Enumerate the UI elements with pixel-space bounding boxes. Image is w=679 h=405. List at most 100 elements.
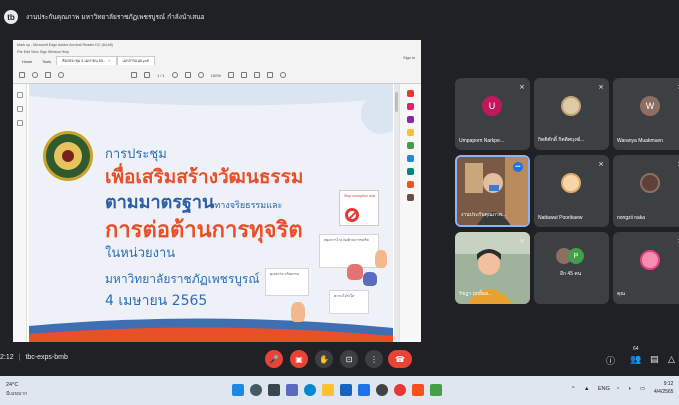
illustration-card-1: หยุดการโกง ต่อต้านการทุจริต — [319, 234, 379, 268]
chat-icon[interactable]: ▤ — [650, 354, 659, 365]
edge-icon[interactable] — [304, 384, 316, 396]
page-indicator[interactable]: 1 / 1 — [157, 73, 165, 78]
zoom-level[interactable]: 100% — [211, 73, 221, 78]
avatar: U — [482, 96, 502, 116]
more-participants-label: อีก 45 คน — [560, 271, 582, 277]
bookmark-icon[interactable] — [16, 106, 23, 112]
weather-temp[interactable]: 24°C — [6, 382, 18, 388]
tab-tools[interactable]: Tools — [37, 59, 56, 65]
present-button[interactable]: ⊡ — [340, 350, 358, 368]
participant-name: กิตติศักดิ์ กิตติศฤงฆ์... — [538, 137, 585, 143]
fill-sign-icon[interactable] — [407, 181, 414, 188]
shared-screen[interactable]: Mark up - Microsoft Edge Adobe Acrobat R… — [13, 40, 421, 342]
battery-icon[interactable]: ▭ — [640, 386, 645, 392]
speaker-icon[interactable]: ◖ — [628, 386, 631, 392]
separator: | — [18, 354, 21, 361]
star-icon[interactable] — [32, 72, 38, 78]
attachment-icon[interactable] — [16, 120, 23, 126]
tab-document-1[interactable]: ห้องประชุม 4 เมษายน 65... × — [56, 56, 117, 65]
tab-home[interactable]: Home — [17, 59, 37, 65]
participant-tile[interactable]: ⨯ กิตติศักดิ์ กิตติศฤงฆ์... — [534, 78, 609, 150]
pdf-tabs: Home Tools ห้องประชุม 4 เมษายน 65... × เอ… — [13, 55, 421, 65]
sign-in-link[interactable]: Sign In — [403, 56, 415, 60]
organize-pages-icon[interactable] — [407, 155, 414, 162]
more-options-button[interactable]: ⋮ — [365, 350, 383, 368]
acrobat-icon[interactable] — [412, 384, 424, 396]
illustration-card-3-text: ความโปร่งใส — [334, 294, 355, 298]
zoom-out-icon[interactable] — [197, 72, 204, 78]
print-icon[interactable] — [45, 72, 51, 78]
participant-name: nongzii naka — [617, 215, 646, 221]
comment-tool-icon[interactable] — [407, 129, 414, 136]
raise-hand-button[interactable]: ✋ — [315, 350, 333, 368]
save-icon[interactable] — [19, 72, 25, 78]
participant-tile[interactable]: ⨯ nongzii naka — [613, 155, 679, 227]
participant-group-tile[interactable]: P อีก 45 คน — [534, 232, 609, 304]
people-icon[interactable]: 👥 — [630, 354, 641, 365]
meeting-code[interactable]: tbc-exps-bmb — [25, 354, 67, 361]
store-icon[interactable] — [340, 384, 352, 396]
outlook-icon[interactable] — [358, 384, 370, 396]
scroll-thumb[interactable] — [395, 92, 398, 112]
thumbnails-icon[interactable] — [16, 92, 23, 98]
combine-files-icon[interactable] — [407, 142, 414, 149]
participant-tile[interactable]: ⨯ รัชฎา ฤทธิ์ผล... — [455, 232, 530, 304]
taskbar-clock[interactable]: 9:12 4/4/2565 — [654, 381, 673, 396]
chrome-icon[interactable] — [376, 384, 388, 396]
edit-pdf-icon[interactable] — [407, 116, 414, 123]
wifi-icon[interactable]: ◔ — [616, 386, 619, 392]
more-icon: ⋮ — [370, 354, 378, 364]
file-explorer-icon[interactable] — [322, 384, 334, 396]
tray-app-icon[interactable]: ▲ — [584, 386, 589, 392]
camera-toggle-button[interactable]: ▣ — [290, 350, 308, 368]
participant-tile-self[interactable]: ⨯ คุณ — [613, 232, 679, 304]
app-icon[interactable] — [430, 384, 442, 396]
comment-icon[interactable] — [241, 72, 248, 78]
draw-icon[interactable] — [267, 72, 274, 78]
fit-page-icon[interactable] — [228, 72, 235, 78]
app-icon[interactable] — [394, 384, 406, 396]
close-icon[interactable]: × — [108, 58, 110, 63]
teams-icon[interactable] — [286, 384, 298, 396]
task-view-icon[interactable] — [268, 384, 280, 396]
participant-name: Nattawut Poorikaew — [538, 215, 583, 221]
export-pdf-icon[interactable] — [407, 90, 414, 97]
meet-controls: 2:12 | tbc-exps-bmb 🎤 ▣ ✋ ⊡ ⋮ ☎ ⓘ 64 👥 ▤ △ — [0, 346, 679, 374]
avatar — [640, 250, 660, 270]
pointer-icon[interactable] — [171, 72, 178, 78]
illustration-card-2: คุณธรรม จริยธรรม — [265, 268, 309, 296]
participant-tile[interactable]: ⨯ Nattawut Poorikaew — [534, 155, 609, 227]
protest-sign-text: Stop corruption now — [344, 194, 376, 198]
end-call-button[interactable]: ☎ — [388, 350, 412, 368]
hand-tool-icon[interactable] — [184, 72, 191, 78]
create-pdf-icon[interactable] — [407, 103, 414, 110]
clock-date: 4/4/2565 — [654, 388, 674, 395]
mic-off-icon: ⨯ — [519, 238, 525, 245]
protect-icon[interactable] — [407, 168, 414, 175]
participant-tile-speaking[interactable]: ••• งานประกันคุณภาพ... — [455, 155, 530, 227]
next-page-icon[interactable] — [144, 72, 150, 78]
windows-start-icon[interactable] — [232, 384, 244, 396]
chevron-up-icon[interactable]: ^ — [572, 386, 575, 392]
highlight-icon[interactable] — [254, 72, 261, 78]
more-tools-icon[interactable] — [407, 194, 414, 201]
mic-toggle-button[interactable]: 🎤 — [265, 350, 283, 368]
activities-icon[interactable]: △ — [668, 354, 675, 365]
sign-icon[interactable] — [280, 72, 287, 78]
window-title: Mark up - Microsoft Edge Adobe Acrobat R… — [17, 43, 113, 47]
pdf-toolbar: Mark up - Microsoft Edge Adobe Acrobat R… — [13, 40, 421, 84]
language-indicator[interactable]: ENG — [598, 386, 610, 392]
participant-tile[interactable]: ⨯ U Umpaporn Narkpe... — [455, 78, 530, 150]
menu-bar[interactable]: File Edit View Sign Window Help — [17, 50, 69, 54]
participant-name: Waranya Muakmuen — [617, 138, 663, 144]
meeting-clock: 2:12 — [0, 354, 14, 361]
windows-taskbar: 24°C มีเมฆมาก ^ ▲ ENG ◔ ◖ ▭ 9:12 4/4/256… — [0, 376, 679, 405]
tab-document-2[interactable]: เอกสารแนบ.pdf — [116, 56, 155, 65]
info-icon[interactable]: ⓘ — [606, 354, 615, 367]
slide-line-5: ในหน่วยงาน — [105, 246, 176, 261]
logo-inner-icon — [54, 142, 82, 170]
search-icon[interactable] — [250, 384, 262, 396]
participant-tile[interactable]: ⨯ W Waranya Muakmuen — [613, 78, 679, 150]
search-icon[interactable] — [58, 72, 64, 78]
prev-page-icon[interactable] — [131, 72, 137, 78]
